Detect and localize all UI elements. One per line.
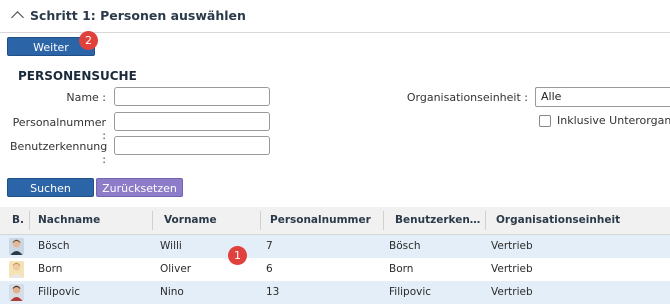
include-sub-checkbox[interactable]: [539, 115, 551, 127]
table-row[interactable]: Born Oliver 6 Born Vertrieb: [0, 258, 670, 281]
step-badge: 2: [79, 31, 98, 50]
column-separator: [260, 211, 261, 230]
avatar: [9, 284, 24, 301]
cell-organisationseinheit: Vertrieb: [491, 286, 533, 298]
cell-organisationseinheit: Vertrieb: [491, 240, 533, 252]
header-nachname[interactable]: Nachname: [38, 214, 100, 226]
header-personalnummer[interactable]: Personalnummer: [270, 214, 371, 226]
cell-nachname: Filipovic: [38, 286, 81, 298]
header-organisationseinheit[interactable]: Organisationseinheit: [496, 214, 620, 226]
search-title: PERSONENSUCHE: [18, 69, 137, 83]
name-label: Name :: [66, 91, 106, 104]
cell-benutzerkennung: Filipovic: [389, 286, 432, 298]
column-separator: [485, 211, 486, 230]
personalnummer-input[interactable]: [114, 112, 270, 131]
benutzerkennung-input[interactable]: [114, 136, 270, 155]
cell-nachname: Born: [38, 263, 63, 275]
cell-vorname: Willi: [160, 240, 182, 252]
search-button[interactable]: Suchen: [7, 178, 94, 197]
avatar: [9, 238, 24, 255]
chevron-up-icon[interactable]: [11, 11, 24, 24]
column-separator: [383, 211, 384, 230]
section-title: Schritt 1: Personen auswählen: [30, 8, 246, 23]
row-badge: 1: [228, 246, 247, 265]
cell-personalnummer: 13: [266, 286, 280, 298]
cell-personalnummer: 6: [266, 263, 273, 275]
header-bild[interactable]: B.: [12, 214, 24, 226]
table-row[interactable]: Filipovic Nino 13 Filipovic Vertrieb: [0, 281, 670, 304]
include-sub-label: Inklusive Unterorganisat: [557, 114, 670, 127]
cell-organisationseinheit: Vertrieb: [491, 263, 533, 275]
personalnummer-label: Personalnummer :: [12, 116, 106, 142]
avatar: [9, 261, 24, 278]
column-separator: [29, 211, 30, 230]
header-vorname[interactable]: Vorname: [164, 214, 217, 226]
reset-button[interactable]: Zurücksetzen: [96, 178, 183, 197]
org-label: Organisationseinheit :: [406, 91, 528, 104]
cell-personalnummer: 7: [266, 240, 273, 252]
table-row[interactable]: Bösch Willi 7 Bösch Vertrieb: [0, 235, 670, 258]
cell-benutzerkennung: Born: [389, 263, 414, 275]
header-benutzerkennung[interactable]: Benutzerken…: [395, 214, 480, 226]
benutzerkennung-label: Benutzerkennung :: [10, 140, 108, 166]
cell-vorname: Oliver: [160, 263, 192, 275]
column-separator: [152, 211, 153, 230]
table-header: B. Nachname Vorname Personalnummer Benut…: [0, 207, 670, 235]
name-input[interactable]: [114, 87, 270, 106]
cell-vorname: Nino: [160, 286, 184, 298]
section-header[interactable]: Schritt 1: Personen auswählen: [0, 0, 670, 33]
cell-nachname: Bösch: [38, 240, 70, 252]
org-select[interactable]: Alle: [535, 87, 670, 107]
cell-benutzerkennung: Bösch: [389, 240, 421, 252]
